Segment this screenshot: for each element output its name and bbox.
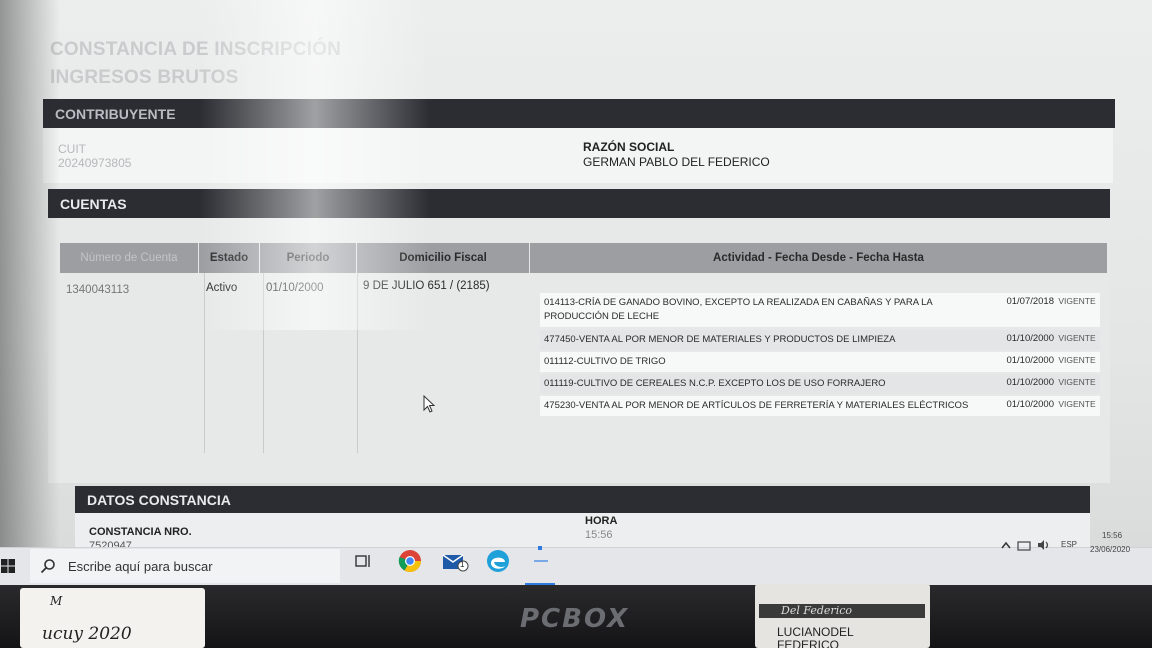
actividad-estado: VIGENTE (1058, 333, 1096, 343)
cuentas-header: CUENTAS (48, 189, 1110, 218)
actividad-row: 477450-VENTA AL POR MENOR DE MATERIALES … (540, 330, 1100, 350)
cell-periodo: 01/10/2000 (266, 282, 324, 294)
sticker-right-line1: LUCIANODEL (777, 625, 854, 639)
chrome-icon[interactable] (397, 548, 423, 574)
cuit-value: 20240973805 (58, 156, 132, 170)
title-line-2: INGRESOS BRUTOS (50, 67, 239, 88)
actividad-fecha: 01/10/2000 (1006, 399, 1054, 410)
th-numero-cuenta: Número de Cuenta (60, 243, 198, 273)
actividad-row: 011112-CULTIVO DE TRIGO 01/10/2000 VIGEN… (540, 352, 1100, 372)
chevron-up-icon[interactable] (1000, 540, 1012, 550)
sticker-right: Del Federico LUCIANODEL FEDERICO (755, 584, 930, 648)
actividad-desc: 011112-CULTIVO DE TRIGO (544, 356, 666, 367)
actividad-fecha: 01/10/2000 (1006, 333, 1054, 344)
th-estado: Estado (199, 243, 259, 273)
actividad-row: 475230-VENTA AL POR MENOR DE ARTÍCULOS D… (540, 396, 1100, 416)
actividad-estado: VIGENTE (1058, 377, 1096, 387)
razon-social-value: GERMAN PABLO DEL FEDERICO (583, 155, 770, 169)
actividad-estado: VIGENTE (1058, 355, 1096, 365)
th-domicilio: Domicilio Fiscal (357, 243, 529, 273)
windows-start-icon[interactable] (0, 558, 16, 574)
clock-time[interactable]: 15:56 (1102, 531, 1122, 540)
hora-value: 15:56 (585, 529, 613, 541)
col-divider (204, 273, 205, 453)
actividad-fecha: 01/07/2018 (1006, 296, 1054, 307)
cell-numero-cuenta: 1340043113 (66, 284, 130, 296)
col-divider (357, 273, 358, 453)
contribuyente-label: CONTRIBUYENTE (55, 105, 176, 122)
constancia-nro-label: CONSTANCIA NRO. (89, 526, 192, 538)
actividad-desc: 011119-CULTIVO DE CEREALES N.C.P. EXCEPT… (544, 378, 886, 389)
actividad-desc: 475230-VENTA AL POR MENOR DE ARTÍCULOS D… (544, 400, 969, 411)
th-periodo: Periodo (260, 243, 356, 273)
language-indicator[interactable]: ESP (1061, 540, 1077, 549)
actividad-row: 011119-CULTIVO DE CEREALES N.C.P. EXCEPT… (540, 374, 1100, 394)
edge-icon[interactable] (485, 548, 511, 574)
actividad-estado: VIGENTE (1058, 296, 1096, 306)
actividad-fecha: 01/10/2000 (1006, 377, 1054, 388)
sticker-left: M ucuy 2020 (20, 588, 205, 648)
col-divider (263, 273, 264, 453)
actividad-row: 014113-CRÍA DE GANADO BOVINO, EXCEPTO LA… (540, 293, 1100, 327)
contribuyente-header: CONTRIBUYENTE (43, 99, 1115, 128)
network-icon[interactable] (1017, 540, 1031, 552)
clock-date[interactable]: 23/06/2020 (1090, 545, 1130, 554)
actividad-desc: 014113-CRÍA DE GANADO BOVINO, EXCEPTO LA… (544, 297, 933, 322)
sticker-right-line2: FEDERICO (777, 638, 840, 648)
actividad-fecha: 01/10/2000 (1006, 355, 1054, 366)
page-title: CONSTANCIA DE INSCRIPCIÓN INGRESOS BRUTO… (50, 36, 341, 92)
mail-badge: 1 (460, 560, 465, 569)
search-placeholder: Escribe aquí para buscar (68, 558, 213, 574)
cuentas-label: CUENTAS (60, 195, 127, 212)
task-view-icon[interactable] (355, 553, 373, 569)
mouse-cursor-icon (423, 395, 436, 413)
hora-label: HORA (585, 515, 618, 527)
contribuyente-box (43, 128, 1113, 183)
mail-icon[interactable] (441, 549, 469, 573)
razon-social-label: RAZÓN SOCIAL (583, 140, 675, 154)
cell-domicilio: 9 DE JULIO 651 / (2185) (363, 280, 490, 292)
taskbar-search-input[interactable]: Escribe aquí para buscar (30, 549, 340, 583)
actividad-desc: 477450-VENTA AL POR MENOR DE MATERIALES … (544, 334, 896, 345)
sticker-left-mark: M (50, 594, 63, 608)
sticker-right-logo: Del Federico (781, 604, 852, 617)
title-line-1: CONSTANCIA DE INSCRIPCIÓN (50, 39, 342, 60)
volume-icon[interactable] (1037, 539, 1051, 551)
th-actividad: Actividad - Fecha Desde - Fecha Hasta (530, 243, 1107, 273)
app-icon[interactable] (532, 545, 550, 565)
actividad-estado: VIGENTE (1058, 399, 1096, 409)
browser-screen: CONSTANCIA DE INSCRIPCIÓN INGRESOS BRUTO… (0, 0, 1152, 585)
cuit-label: CUIT (58, 142, 86, 156)
datos-constancia-header: DATOS CONSTANCIA (75, 486, 1090, 514)
datos-constancia-label: DATOS CONSTANCIA (87, 492, 231, 508)
monitor-brand-logo: PCBOX (520, 604, 630, 634)
sticker-left-text: ucuy 2020 (42, 624, 132, 644)
cell-estado: Activo (206, 282, 238, 294)
search-icon (40, 559, 55, 574)
